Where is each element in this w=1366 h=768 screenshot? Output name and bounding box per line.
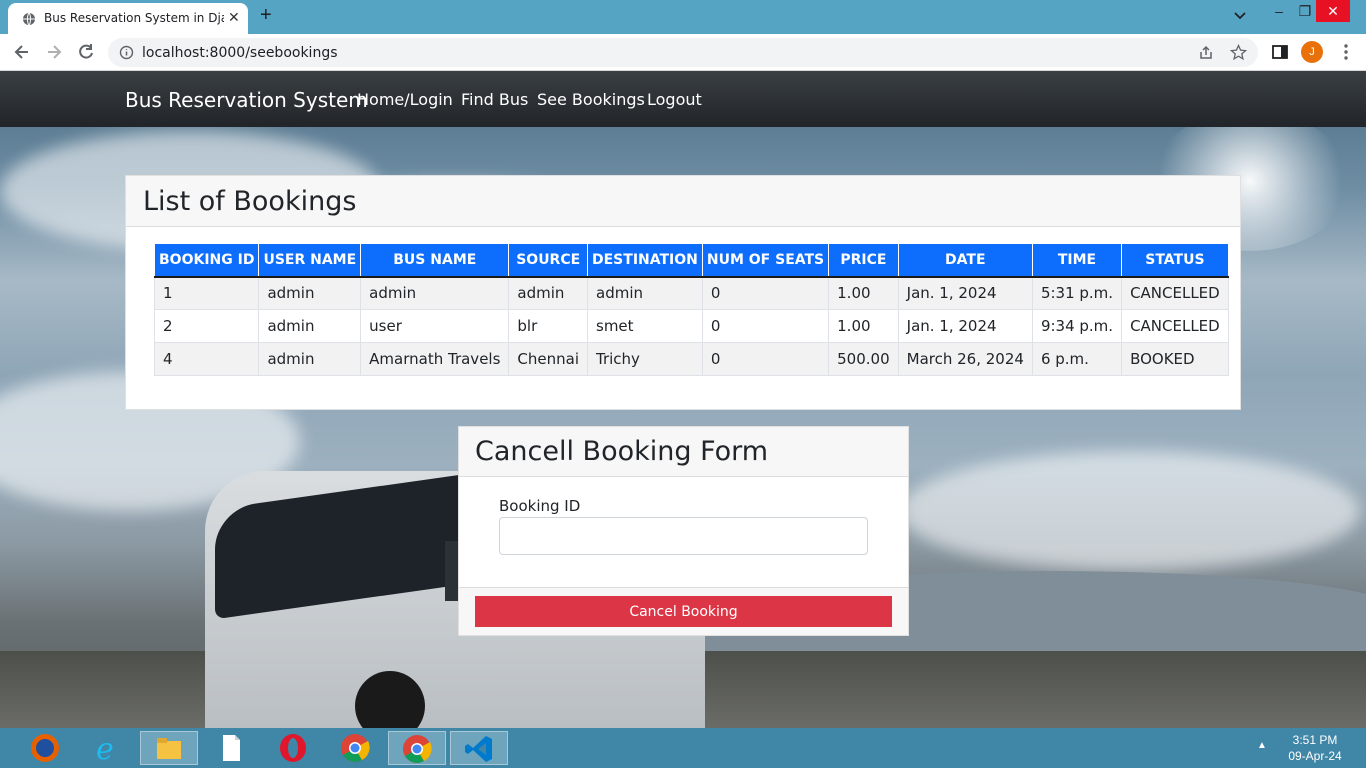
table-cell: BOOKED — [1121, 342, 1229, 376]
bookings-card: List of Bookings BOOKING ID USER NAME BU… — [125, 175, 1241, 410]
table-cell: Jan. 1, 2024 — [897, 309, 1033, 343]
column-header: BOOKING ID — [153, 243, 260, 278]
new-tab-button[interactable]: + — [260, 4, 272, 27]
table-cell: 1.00 — [828, 309, 899, 343]
file-explorer-icon[interactable] — [140, 731, 198, 765]
bookings-table: BOOKING ID USER NAME BUS NAME SOURCE DES… — [153, 243, 1229, 376]
column-header: DATE — [897, 243, 1033, 278]
site-navbar: Bus Reservation System Home/Login Find B… — [0, 71, 1366, 127]
nav-link-home-login[interactable]: Home/Login — [357, 90, 453, 109]
table-cell: March 26, 2024 — [897, 342, 1033, 376]
cancel-card-header: Cancell Booking Form — [459, 427, 908, 477]
table-cell: 0 — [701, 276, 830, 310]
back-arrow-icon[interactable] — [12, 42, 32, 62]
table-cell: admin — [508, 276, 588, 310]
window-close-button[interactable]: ✕ — [1316, 0, 1350, 22]
table-cell: 9:34 p.m. — [1031, 309, 1123, 343]
globe-icon — [23, 12, 35, 26]
table-cell: blr — [508, 309, 588, 343]
table-cell: user — [360, 309, 510, 343]
vscode-icon[interactable] — [450, 731, 508, 765]
nav-link-logout[interactable]: Logout — [647, 90, 702, 109]
table-cell: CANCELLED — [1121, 276, 1229, 310]
nav-link-find-bus[interactable]: Find Bus — [461, 90, 528, 109]
navbar-brand[interactable]: Bus Reservation System — [125, 88, 368, 112]
booking-id-label: Booking ID — [499, 497, 581, 515]
column-header: TIME — [1031, 243, 1123, 278]
nav-link-see-bookings[interactable]: See Bookings — [537, 90, 645, 109]
url-text: localhost:8000/seebookings — [142, 45, 338, 61]
clock-time: 3:51 PM — [1292, 733, 1338, 747]
column-header: PRICE — [828, 243, 899, 278]
table-cell: 2 — [153, 309, 260, 343]
browser-tab[interactable]: Bus Reservation System in Djang ✕ — [8, 3, 248, 34]
chrome-active-icon[interactable] — [388, 731, 446, 765]
booking-id-input[interactable] — [499, 517, 868, 555]
cancel-form-title: Cancell Booking Form — [475, 436, 769, 467]
opera-icon[interactable] — [264, 731, 322, 765]
column-header: BUS NAME — [360, 243, 510, 278]
table-cell: admin — [258, 309, 362, 343]
firefox-icon[interactable] — [16, 731, 74, 765]
table-cell: 1.00 — [828, 276, 899, 310]
tab-title: Bus Reservation System in Djang — [44, 11, 224, 25]
chevron-down-icon[interactable] — [1232, 7, 1248, 23]
bookmark-star-icon[interactable] — [1230, 44, 1247, 61]
table-cell: admin — [258, 342, 362, 376]
table-row: 1 admin admin admin admin 0 1.00 Jan. 1,… — [153, 276, 1229, 310]
notepad-icon[interactable] — [202, 731, 260, 765]
table-cell: 5:31 p.m. — [1031, 276, 1123, 310]
tray-expand-icon[interactable]: ▲ — [1257, 740, 1267, 751]
table-cell: 4 — [153, 342, 260, 376]
clock-date: 09-Apr-24 — [1288, 749, 1342, 763]
table-cell: Amarnath Travels — [360, 342, 510, 376]
table-cell: admin — [258, 276, 362, 310]
table-cell: 0 — [701, 309, 830, 343]
table-row: 2 admin user blr smet 0 1.00 Jan. 1, 202… — [153, 309, 1229, 343]
address-bar[interactable]: localhost:8000/seebookings — [108, 38, 1258, 67]
table-cell: Chennai — [508, 342, 588, 376]
bookings-title: List of Bookings — [143, 186, 357, 217]
taskbar-clock[interactable]: 3:51 PM 09-Apr-24 — [1280, 732, 1350, 764]
cancel-card-footer: Cancel Booking — [459, 587, 908, 635]
share-icon[interactable] — [1198, 45, 1214, 61]
chrome-icon[interactable] — [326, 731, 384, 765]
windows-taskbar: e ▲ 3:51 PM 09-Apr-24 — [0, 728, 1366, 768]
column-header: NUM OF SEATS — [701, 243, 830, 278]
background-cloud — [900, 451, 1360, 571]
table-cell: admin — [360, 276, 510, 310]
table-cell: 1 — [153, 276, 260, 310]
column-header: STATUS — [1121, 243, 1229, 278]
info-icon[interactable] — [119, 45, 134, 60]
table-cell: 6 p.m. — [1031, 342, 1123, 376]
bookings-card-header: List of Bookings — [126, 176, 1240, 227]
table-cell: smet — [587, 309, 703, 343]
table-row: 4 admin Amarnath Travels Chennai Trichy … — [153, 342, 1229, 376]
browser-toolbar: localhost:8000/seebookings J — [0, 34, 1366, 71]
browser-titlebar: Bus Reservation System in Djang ✕ + – ❐ … — [0, 0, 1366, 34]
side-panel-icon[interactable] — [1270, 42, 1290, 62]
profile-avatar[interactable]: J — [1301, 41, 1323, 63]
internet-explorer-icon[interactable]: e — [78, 731, 136, 767]
column-header: DESTINATION — [587, 243, 703, 278]
table-cell: CANCELLED — [1121, 309, 1229, 343]
cancel-booking-card: Cancell Booking Form Booking ID Cancel B… — [458, 426, 909, 636]
table-cell: 500.00 — [828, 342, 899, 376]
table-cell: Jan. 1, 2024 — [897, 276, 1033, 310]
cancel-booking-button[interactable]: Cancel Booking — [475, 596, 892, 627]
reload-icon[interactable] — [76, 42, 96, 62]
table-cell: 0 — [701, 342, 830, 376]
forward-arrow-icon[interactable] — [44, 42, 64, 62]
svg-text:e: e — [96, 732, 114, 765]
page-body: Bus Reservation System Home/Login Find B… — [0, 71, 1366, 728]
close-icon[interactable]: ✕ — [228, 9, 240, 26]
more-menu-icon[interactable] — [1336, 42, 1356, 62]
table-cell: admin — [587, 276, 703, 310]
table-cell: Trichy — [587, 342, 703, 376]
column-header: USER NAME — [258, 243, 362, 278]
column-header: SOURCE — [508, 243, 588, 278]
table-header-row: BOOKING ID USER NAME BUS NAME SOURCE DES… — [153, 243, 1229, 278]
